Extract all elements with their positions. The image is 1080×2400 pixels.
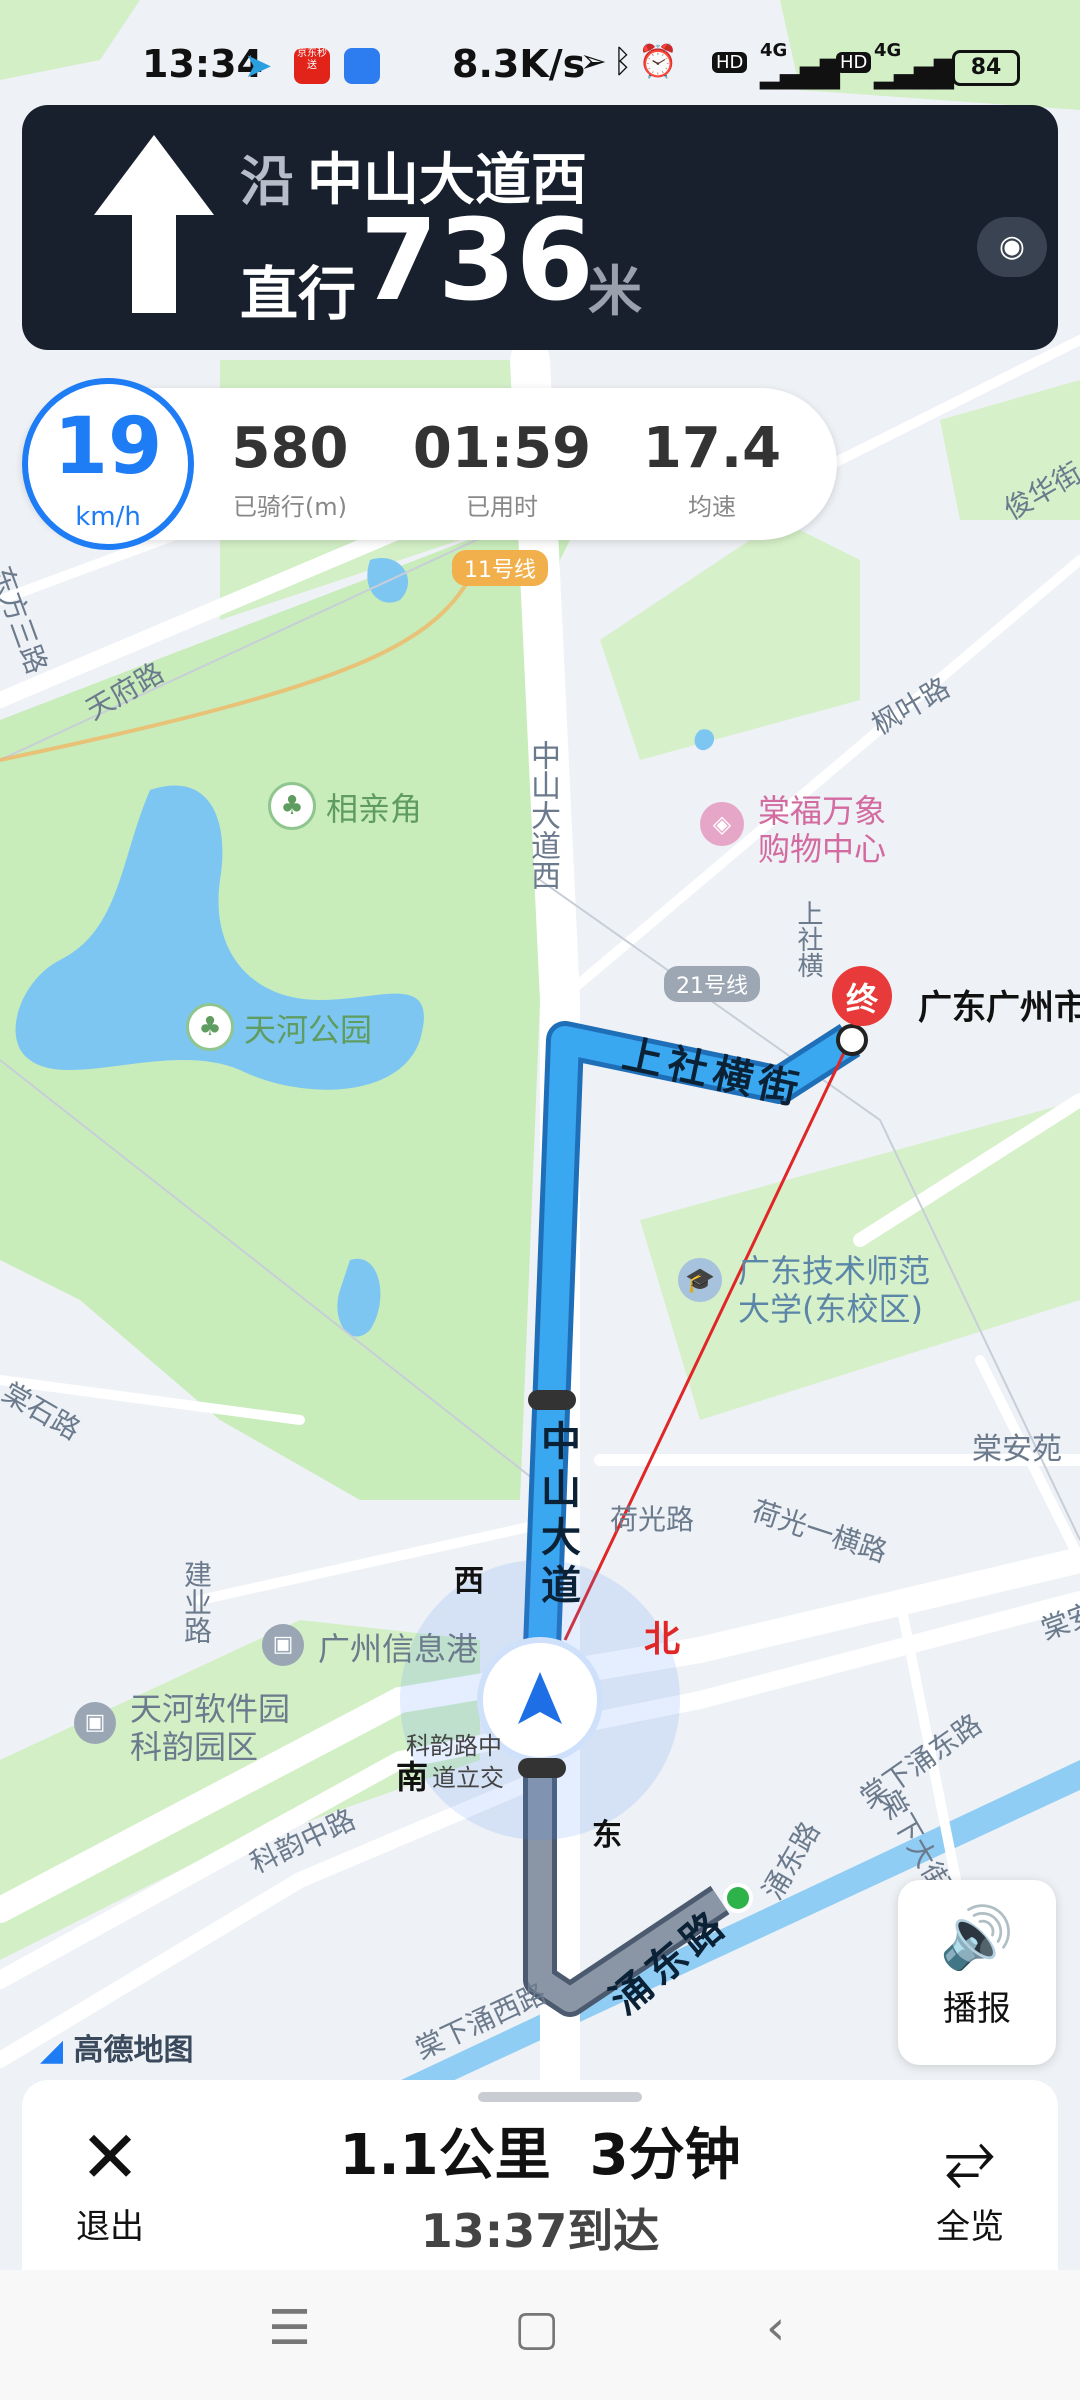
park-icon: ♣ (186, 1003, 234, 1051)
road-label-heguang: 荷光路 (610, 1503, 695, 1536)
hd-badge-2: HD (836, 52, 872, 73)
compass-south: 南 (396, 1758, 429, 1796)
status-icons: ➢ᛒ⏰ (580, 42, 684, 80)
alarm-icon: ⏰ (638, 42, 684, 80)
nav-along-label: 沿 (240, 150, 294, 213)
signal-bars-1-icon: ▂▄▆█ (760, 60, 840, 90)
traffic-light-icon (528, 1390, 576, 1410)
current-location-arrow-icon (508, 1668, 572, 1732)
poi-xiangqinjiao[interactable]: 相亲角 (326, 784, 422, 830)
location-icon: ➢ (580, 42, 613, 80)
stat-elapsed-label: 已用时 (466, 493, 538, 521)
stat-elapsed-value: 01:59 (412, 416, 592, 481)
trip-summary: 1.1公里 3分钟 13:37到达 (300, 2110, 780, 2261)
poi-tangfu-line2[interactable]: 购物中心 (758, 824, 886, 870)
home-icon[interactable]: ▢ (514, 2300, 559, 2356)
compass-north: 北 (644, 1619, 681, 1660)
current-speed: 19 (53, 402, 163, 492)
park-icon: ♣ (268, 782, 316, 830)
road-label-jianye: 建业路 (180, 1560, 213, 1644)
battery-level: 84 (952, 50, 1020, 86)
close-icon: ✕ (79, 2115, 141, 2199)
jd-app-badge-text: 京东秒送 (297, 48, 327, 71)
signal-4g-1: 4G (760, 40, 788, 61)
school-icon: 🎓 (678, 1258, 722, 1302)
jd-app-icon: 京东秒送 (294, 48, 330, 84)
stat-ridden: 580 已骑行(m) (190, 416, 390, 522)
destination-city-label: 广东广州市 (918, 988, 1080, 1028)
nav-distance: 736 (360, 196, 594, 326)
amap-brand-text: 高德地图 (73, 2033, 194, 2068)
overview-button[interactable]: ⥂ 全览 (920, 2115, 1020, 2255)
shopping-icon: ◈ (700, 802, 744, 846)
nav-distance-unit: 米 (588, 260, 642, 323)
back-icon[interactable]: ‹ (766, 2300, 785, 2356)
exit-label: 退出 (76, 2207, 144, 2247)
speaker-wave-icon: ◉ (998, 229, 1026, 264)
network-speed: 8.3K/s (452, 42, 586, 86)
road-label-zhongshan-dao: 中山大道 (534, 1420, 580, 1612)
road-label-zhongshan-west: 中山大道西 (525, 740, 560, 890)
route-overview-icon: ⥂ (944, 2120, 996, 2194)
signal-bars-2-icon: ▂▄▆█ (874, 60, 954, 90)
bluetooth-icon: ᛒ (612, 42, 639, 80)
overview-label: 全览 (936, 2207, 1004, 2247)
poi-keyun-interchange-line2: 道立交 (432, 1764, 504, 1792)
telegram-icon: ➤ (244, 46, 273, 86)
stat-avg: 17.4 均速 (612, 416, 812, 522)
amap-logo-icon: ◢ (40, 2033, 64, 2068)
broadcast-button[interactable]: 🔊 播报 (898, 1880, 1056, 2065)
poi-tianhe-soft-line2[interactable]: 科韵园区 (130, 1722, 258, 1768)
remaining-summary: 1.1公里 3分钟 (300, 2110, 780, 2191)
signal-4g-2: 4G (874, 40, 902, 61)
metro-line-21-badge: 21号线 (664, 966, 760, 1002)
poi-gdtnu-line2[interactable]: 大学(东校区) (738, 1284, 923, 1330)
straight-arrow-icon (94, 135, 214, 313)
drag-handle[interactable] (478, 2092, 642, 2102)
turn-instruction-card: 沿 中山大道西 直行 736 米 ◉ (22, 105, 1058, 350)
stat-ridden-label: 已骑行(m) (232, 493, 348, 521)
amap-brand: ◢ 高德地图 (40, 2025, 194, 2069)
destination-marker-label[interactable]: 终 (846, 974, 878, 1020)
speedometer: 19 km/h (22, 378, 194, 550)
building-icon: ▣ (262, 1624, 304, 1666)
stat-avg-label: 均速 (688, 493, 736, 521)
nav-action-label: 直行 (240, 260, 357, 328)
compass-east: 东 (592, 1818, 622, 1853)
traffic-light-icon (518, 1758, 566, 1778)
hd-badge-1: HD (712, 52, 748, 73)
metro-line-11-badge: 11号线 (452, 550, 548, 586)
exit-button[interactable]: ✕ 退出 (60, 2115, 160, 2255)
poi-tianhe-park[interactable]: 天河公园 (244, 1005, 372, 1051)
menu-icon[interactable]: ☰ (268, 2300, 311, 2356)
stat-ridden-value: 580 (231, 416, 349, 481)
poi-gz-info-port[interactable]: 广州信息港 (318, 1624, 478, 1670)
building-icon: ▣ (74, 1702, 116, 1744)
stat-avg-value: 17.4 (642, 416, 782, 481)
compass-west: 西 (454, 1564, 484, 1599)
app-icon-blue (344, 48, 380, 84)
poi-tanganyuan[interactable]: 棠安苑 (972, 1424, 1062, 1468)
road-label-shangshe-heng2: 上社横 (793, 900, 823, 978)
status-bar: 13:34 ➤ 京东秒送 8.3K/s ➢ᛒ⏰ HD 4G ▂▄▆█ HD 4G… (0, 0, 1080, 100)
stat-elapsed: 01:59 已用时 (402, 416, 602, 522)
remaining-time: 3分钟 (589, 2123, 741, 2188)
sound-toggle-button[interactable]: ◉ (977, 217, 1047, 277)
arrival-time: 13:37到达 (420, 2204, 660, 2258)
speaker-icon: 🔊 (939, 1903, 1015, 1973)
broadcast-label: 播报 (943, 1989, 1011, 2029)
speed-unit: km/h (75, 502, 141, 532)
remaining-distance: 1.1公里 (339, 2123, 551, 2188)
